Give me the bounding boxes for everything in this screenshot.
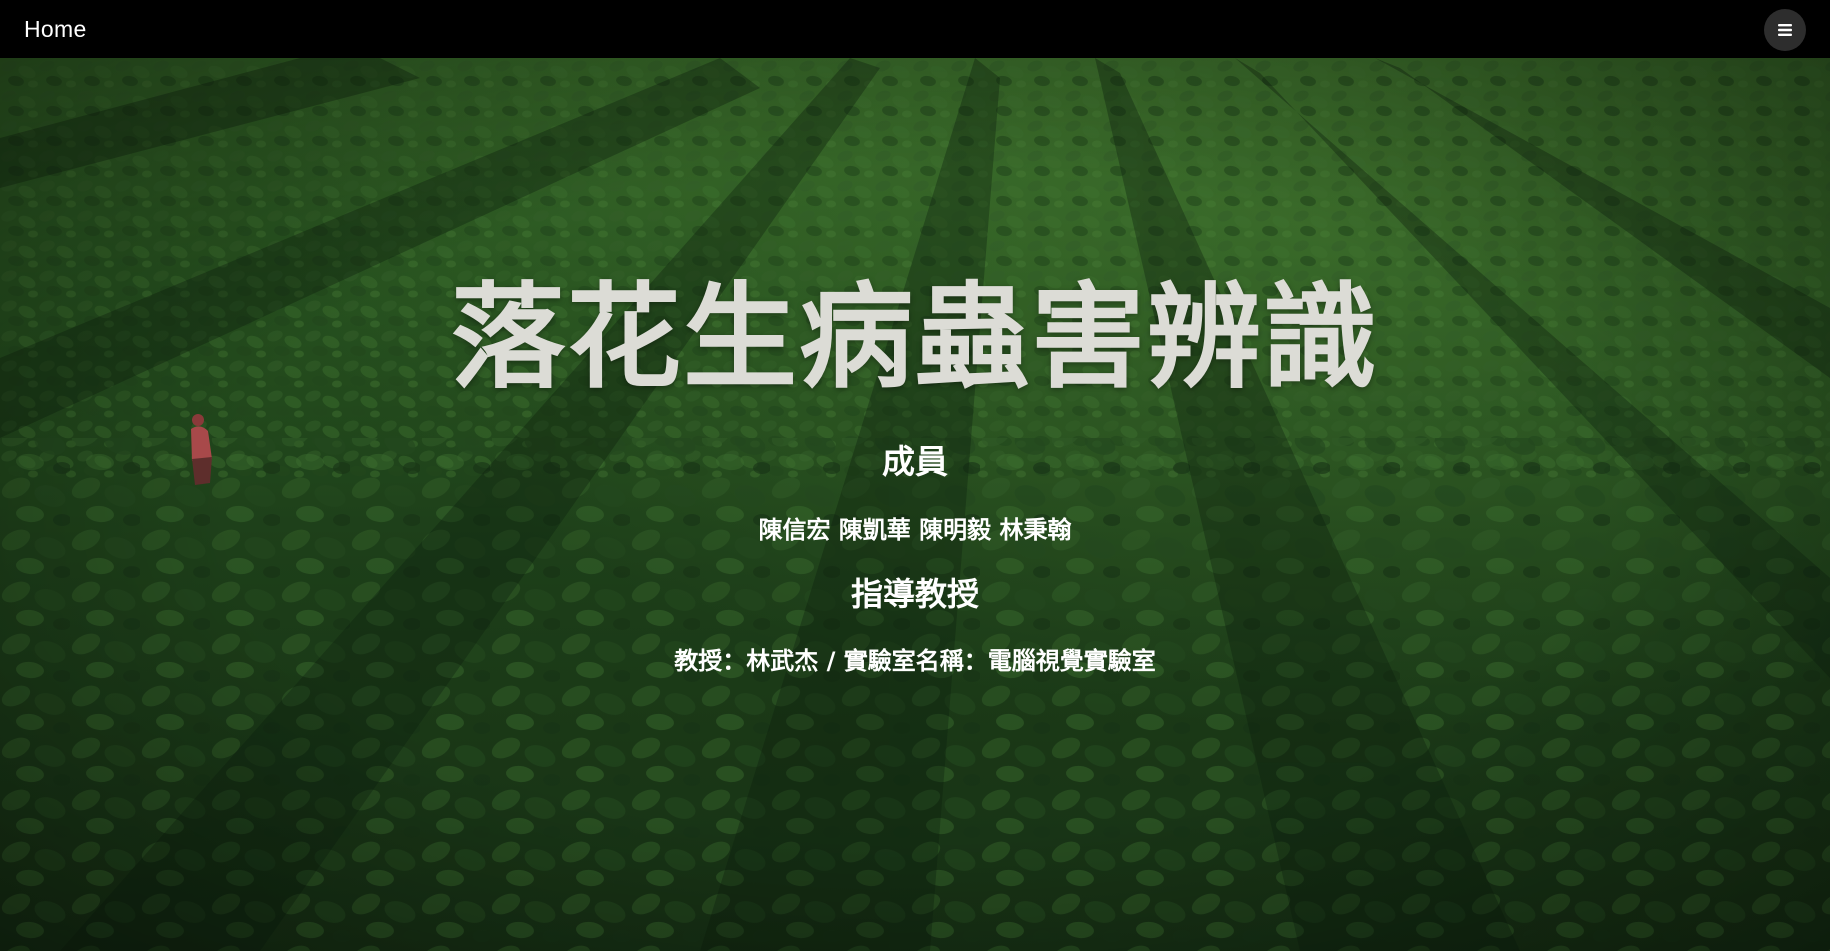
advisor-info: 教授：林武杰 / 實驗室名稱：電腦視覺實驗室 <box>674 647 1156 675</box>
hero-section <box>0 58 1830 951</box>
advisor-heading: 指導教授 <box>850 575 979 613</box>
page-title: 落花生病蟲害辨識 <box>450 271 1379 404</box>
menu-button[interactable] <box>1764 9 1806 51</box>
page: Home 落花生病蟲害辨識 成員 陳信宏 陳凱華 陳明毅 林秉翰 指導教授 教授… <box>0 0 1830 951</box>
members-heading: 成員 <box>882 442 948 481</box>
hero-overlay <box>0 58 1830 951</box>
hamburger-menu-icon <box>1777 23 1793 37</box>
home-link[interactable]: Home <box>24 14 87 44</box>
top-navbar: Home <box>0 0 1830 58</box>
members-list: 陳信宏 陳凱華 陳明毅 林秉翰 <box>758 516 1072 544</box>
